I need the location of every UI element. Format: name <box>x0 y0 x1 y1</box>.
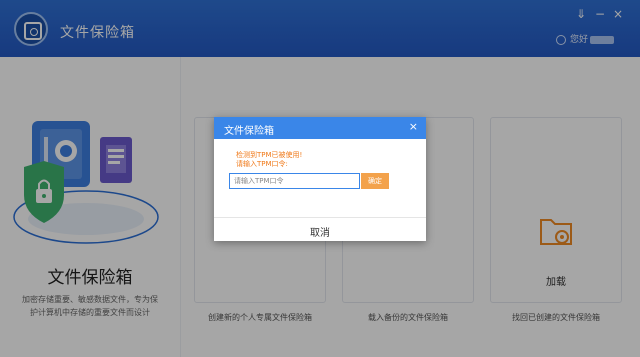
dialog-close-icon[interactable]: × <box>409 121 418 133</box>
dialog-footer: 取消 <box>214 217 426 242</box>
cancel-button[interactable]: 取消 <box>214 224 426 239</box>
ok-button[interactable]: 确定 <box>361 173 389 189</box>
dialog-title: 文件保险箱 <box>224 126 274 137</box>
dialog-header: 文件保险箱 × <box>214 117 426 139</box>
tpm-password-input[interactable]: 请输入TPM口令 <box>229 173 360 189</box>
tpm-warning: 检测到TPM已被使用! 请输入TPM口令: <box>236 151 302 169</box>
tpm-dialog: 文件保险箱 × 检测到TPM已被使用! 请输入TPM口令: 请输入TPM口令 确… <box>214 117 426 241</box>
warning-line-2: 请输入TPM口令: <box>236 160 288 168</box>
warning-line-1: 检测到TPM已被使用! <box>236 151 303 159</box>
